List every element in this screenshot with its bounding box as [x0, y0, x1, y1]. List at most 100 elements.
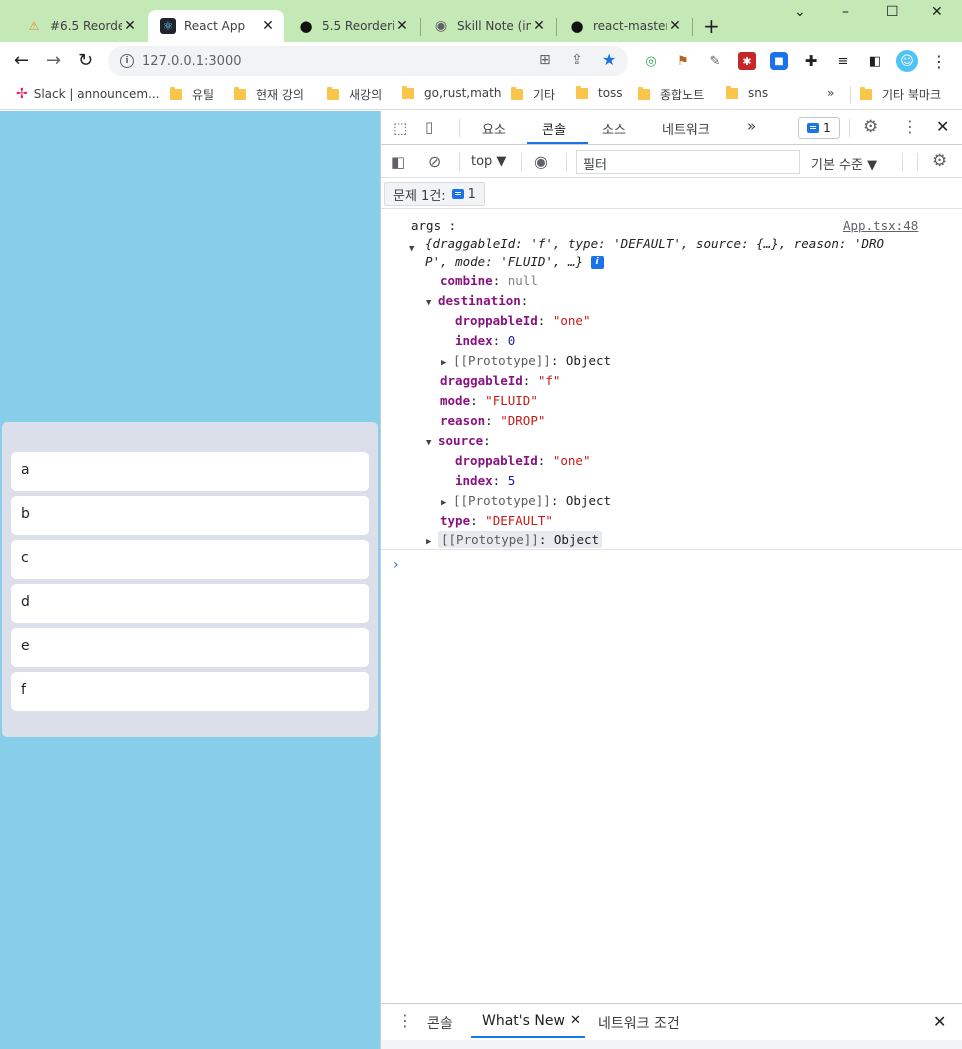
url-text[interactable]: 127.0.0.1:3000 — [142, 54, 242, 69]
udemy-icon: ⚠ — [28, 19, 40, 33]
share-icon[interactable]: ⇪ — [571, 52, 583, 68]
bookmark-slack[interactable]: ✢ Slack | announcem... — [16, 86, 160, 102]
collapsed-triangle-icon[interactable]: ▶ — [441, 498, 453, 508]
drawer-tab-network-conditions[interactable]: 네트워크 조건 — [598, 1013, 680, 1033]
close-tab-icon[interactable]: ✕ — [394, 18, 410, 34]
drawer-tab-console[interactable]: 콘솔 — [427, 1013, 453, 1033]
prop-source[interactable]: ▼ source: — [426, 433, 491, 448]
tab-search-chevron-icon[interactable]: ⌄ — [794, 4, 806, 20]
drawer-menu-icon[interactable]: ⋮ — [397, 1011, 413, 1030]
side-panel-icon[interactable]: ◧ — [866, 52, 884, 70]
messages-badge[interactable]: 1 — [798, 117, 840, 139]
new-tab-button[interactable]: + — [703, 14, 720, 38]
inspect-element-icon[interactable]: ⬚ — [393, 119, 407, 137]
close-drawer-icon[interactable]: ✕ — [933, 1012, 946, 1031]
folder-icon — [860, 87, 872, 100]
draggable-card[interactable]: d — [11, 584, 369, 623]
tab-network[interactable]: 네트워크 — [662, 119, 710, 138]
settings-gear-icon[interactable]: ⚙ — [863, 117, 878, 137]
extension-timer-icon[interactable]: ◎ — [642, 52, 660, 70]
expanded-triangle-icon[interactable]: ▼ — [426, 298, 438, 308]
console-prompt[interactable]: › — [393, 557, 399, 573]
minimize-button[interactable]: – — [842, 4, 849, 20]
prop-dest-droppable: droppableId: "one" — [455, 313, 591, 328]
bookmark-folder[interactable]: 현재 강의 — [234, 86, 304, 103]
close-tab-icon[interactable]: ✕ — [667, 18, 683, 34]
media-queue-icon[interactable]: ≡ — [834, 52, 852, 70]
browser-tab-1[interactable]: ⚠ #6.5 Reordering ✕ — [14, 10, 146, 42]
issues-button[interactable]: 문제 1건: 1 — [384, 182, 485, 206]
live-expression-eye-icon[interactable]: ◉ — [534, 152, 548, 171]
bookmark-folder[interactable]: 종합노트 — [638, 86, 704, 103]
close-tab-icon[interactable]: ✕ — [260, 18, 276, 34]
console-filter-input[interactable]: 필터 — [576, 150, 800, 174]
draggable-card[interactable]: a — [11, 452, 369, 491]
clear-console-icon[interactable]: ⊘ — [428, 152, 441, 171]
collapsed-triangle-icon[interactable]: ▶ — [426, 537, 438, 547]
close-tab-icon[interactable]: ✕ — [531, 18, 547, 34]
site-info-icon[interactable]: i — [120, 54, 134, 68]
info-icon[interactable]: i — [590, 256, 604, 269]
prop-src-prototype[interactable]: ▶ [[Prototype]]: Object — [441, 493, 611, 508]
source-link[interactable]: App.tsx:48 — [843, 218, 918, 233]
console-settings-gear-icon[interactable]: ⚙ — [932, 151, 947, 171]
bookmark-folder[interactable]: 기타 — [511, 86, 555, 103]
issue-icon — [451, 189, 464, 199]
prop-key: index — [455, 473, 493, 488]
drawer-resize-handle[interactable] — [381, 1040, 962, 1049]
log-level-selector[interactable]: 기본 수준 ▼ — [811, 154, 877, 173]
collapsed-triangle-icon[interactable]: ▶ — [441, 358, 453, 368]
expanded-triangle-icon[interactable]: ▼ — [426, 438, 438, 448]
forward-button[interactable]: → — [46, 50, 61, 71]
eyedropper-icon[interactable]: ✎ — [706, 52, 724, 70]
close-tab-icon[interactable]: ✕ — [122, 18, 138, 34]
translate-icon[interactable]: ⊞ — [539, 52, 551, 68]
active-tab-indicator — [527, 142, 588, 144]
bookmark-folder[interactable]: 유틸 — [170, 86, 214, 103]
device-toolbar-icon[interactable]: ▯ — [425, 118, 433, 136]
zoom-extension-icon[interactable]: ■ — [770, 52, 788, 70]
close-window-button[interactable]: ✕ — [931, 4, 943, 20]
browser-tab-4[interactable]: ◉ Skill Note (in ✕ — [421, 10, 555, 42]
prop-dest-prototype[interactable]: ▶ [[Prototype]]: Object — [441, 353, 611, 368]
close-drawer-tab-icon[interactable]: ✕ — [570, 1013, 581, 1028]
bookmark-label: toss — [598, 86, 623, 100]
bookmark-star-icon[interactable]: ★ — [602, 50, 616, 69]
draggable-card[interactable]: b — [11, 496, 369, 535]
extensions-puzzle-icon[interactable]: ✚ — [802, 52, 820, 70]
sidebar-toggle-icon[interactable]: ◧ — [391, 153, 405, 171]
tab-console[interactable]: 콘솔 — [542, 119, 566, 138]
prop-destination[interactable]: ▼ destination: — [426, 293, 528, 308]
extension-flag-icon[interactable]: ⚑ — [674, 52, 692, 70]
extension-bug-icon[interactable]: ✱ — [738, 52, 756, 70]
drawer-tab-whats-new[interactable]: What's New — [482, 1013, 565, 1029]
tab-elements[interactable]: 요소 — [482, 119, 506, 138]
browser-tab-3[interactable]: ● 5.5 Reordering ✕ — [286, 10, 418, 42]
draggable-card[interactable]: f — [11, 672, 369, 711]
bookmark-folder[interactable]: toss — [576, 85, 623, 100]
object-summary[interactable]: ▼ {draggableId: 'f', type: 'DEFAULT', so… — [409, 236, 884, 254]
browser-tab-5[interactable]: ● react-master ✕ — [557, 10, 691, 42]
prop-root-prototype[interactable]: ▶ [[Prototype]]: Object — [426, 531, 603, 548]
profile-avatar[interactable]: ☺ — [896, 50, 918, 72]
context-selector[interactable]: top ▼ — [471, 154, 506, 169]
bookmarks-overflow-button[interactable]: » — [827, 86, 834, 100]
react-icon: ⚛ — [160, 18, 176, 34]
draggable-card[interactable]: e — [11, 628, 369, 667]
tab-title: React App — [184, 19, 246, 33]
tab-sources[interactable]: 소스 — [602, 119, 626, 138]
more-tabs-button[interactable]: » — [747, 117, 756, 135]
reload-button[interactable]: ↻ — [78, 50, 93, 71]
maximize-button[interactable]: ☐ — [886, 4, 899, 20]
browser-tab-2[interactable]: ⚛ React App ✕ — [148, 10, 284, 42]
menu-kebab-icon[interactable]: ⋮ — [930, 52, 948, 71]
bookmark-folder[interactable]: go,rust,math — [402, 85, 501, 100]
devtools-menu-icon[interactable]: ⋮ — [902, 117, 918, 136]
close-devtools-icon[interactable]: ✕ — [936, 117, 949, 136]
expanded-triangle-icon[interactable]: ▼ — [409, 244, 421, 254]
draggable-card[interactable]: c — [11, 540, 369, 579]
bookmark-folder[interactable]: sns — [726, 85, 768, 100]
back-button[interactable]: ← — [14, 50, 29, 71]
bookmark-folder[interactable]: 새강의 — [327, 86, 382, 103]
other-bookmarks-folder[interactable]: 기타 북마크 — [860, 86, 941, 103]
